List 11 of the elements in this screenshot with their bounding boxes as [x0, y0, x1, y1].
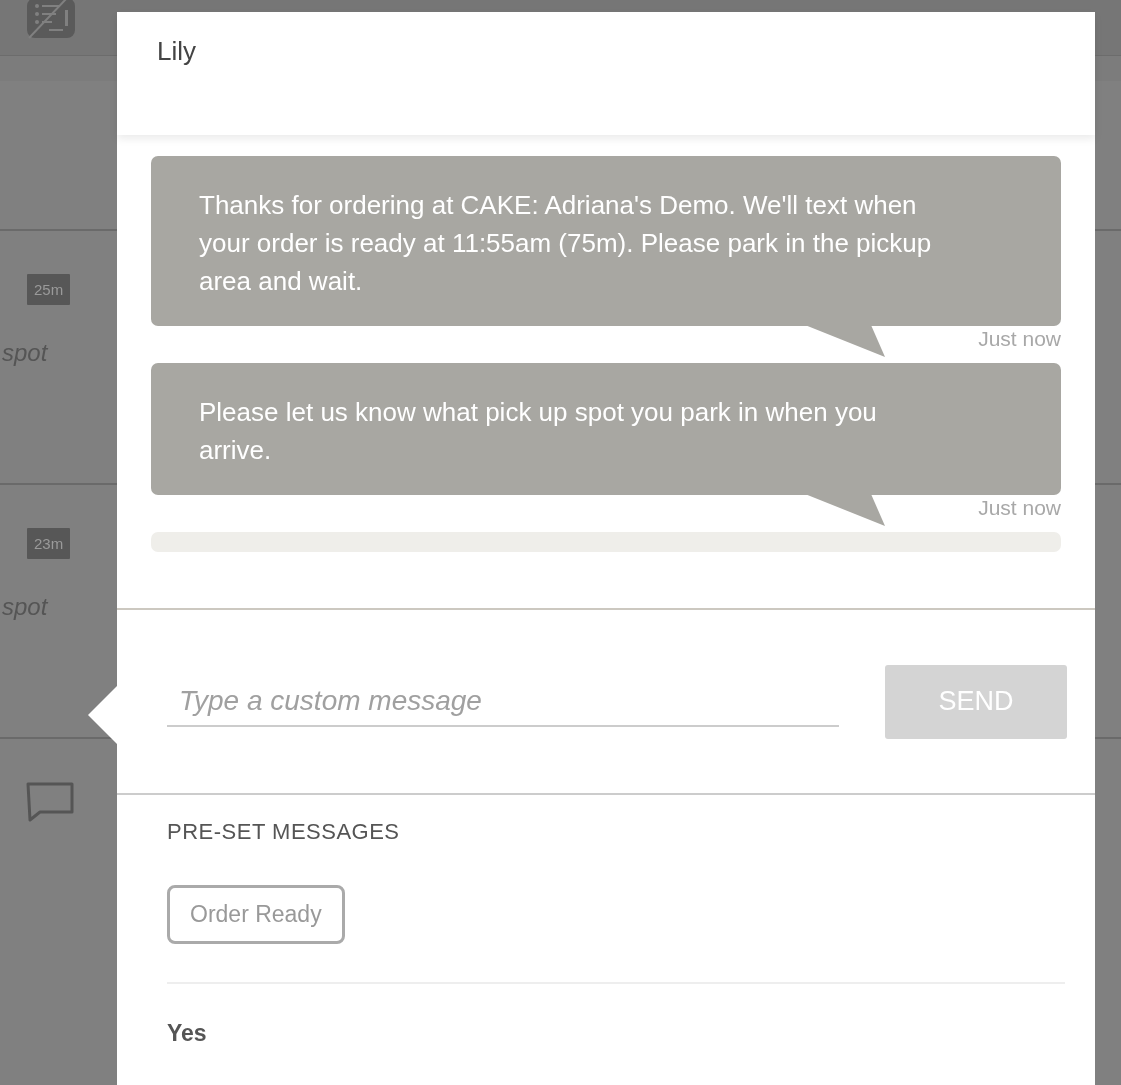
preset-message-button[interactable]: Order Ready [167, 885, 345, 944]
message-bubble: Thanks for ordering at CAKE: Adriana's Demo. We'll text when your order is ready at 11:55am (75m). Please park in the pickup area and wait. [151, 156, 1061, 326]
message-time: Just now [978, 327, 1061, 351]
time-badge: 25m [27, 274, 71, 305]
chat-icon[interactable] [26, 782, 74, 824]
section-heading: PRE-SET MESSAGES [167, 819, 401, 845]
list-icon[interactable] [27, 0, 75, 40]
message-time: Just now [978, 496, 1061, 520]
preset-reply[interactable]: Yes [167, 1020, 207, 1046]
time-badge: 23m [27, 528, 71, 559]
contact-name: Lily [157, 36, 196, 66]
